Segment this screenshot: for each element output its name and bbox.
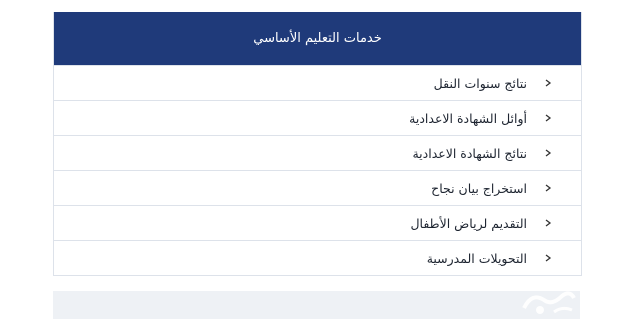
watermark-logo [518, 282, 578, 318]
chevron-right-icon [543, 113, 553, 123]
list-item-label: نتائج الشهادة الاعدادية [412, 145, 527, 161]
panel-title: خدمات التعليم الأساسي [253, 31, 382, 46]
list-item-prep-cert-results[interactable]: نتائج الشهادة الاعدادية [54, 135, 581, 170]
chevron-right-icon [543, 183, 553, 193]
list-item-label: أوائل الشهادة الاعدادية [409, 110, 527, 126]
chevron-right-icon [543, 253, 553, 263]
list-item-label: نتائج سنوات النقل [433, 75, 527, 91]
chevron-right-icon [543, 78, 553, 88]
services-panel: خدمات التعليم الأساسي نتائج سنوات النقل … [53, 12, 582, 276]
list-item-top-prep-cert[interactable]: أوائل الشهادة الاعدادية [54, 100, 581, 135]
panel-header: خدمات التعليم الأساسي [54, 12, 581, 65]
list-item-transfer-results[interactable]: نتائج سنوات النقل [54, 65, 581, 100]
chevron-right-icon [543, 218, 553, 228]
list-item-label: التحويلات المدرسية [426, 250, 527, 266]
list-item-label: التقديم لرياض الأطفال [410, 215, 527, 231]
list-item-kindergarten-apply[interactable]: التقديم لرياض الأطفال [54, 205, 581, 240]
list-item-label: استخراج بيان نجاح [431, 180, 527, 196]
list-item-school-transfers[interactable]: التحويلات المدرسية [54, 240, 581, 275]
list-item-success-statement[interactable]: استخراج بيان نجاح [54, 170, 581, 205]
footer-band [53, 291, 580, 319]
chevron-right-icon [543, 148, 553, 158]
